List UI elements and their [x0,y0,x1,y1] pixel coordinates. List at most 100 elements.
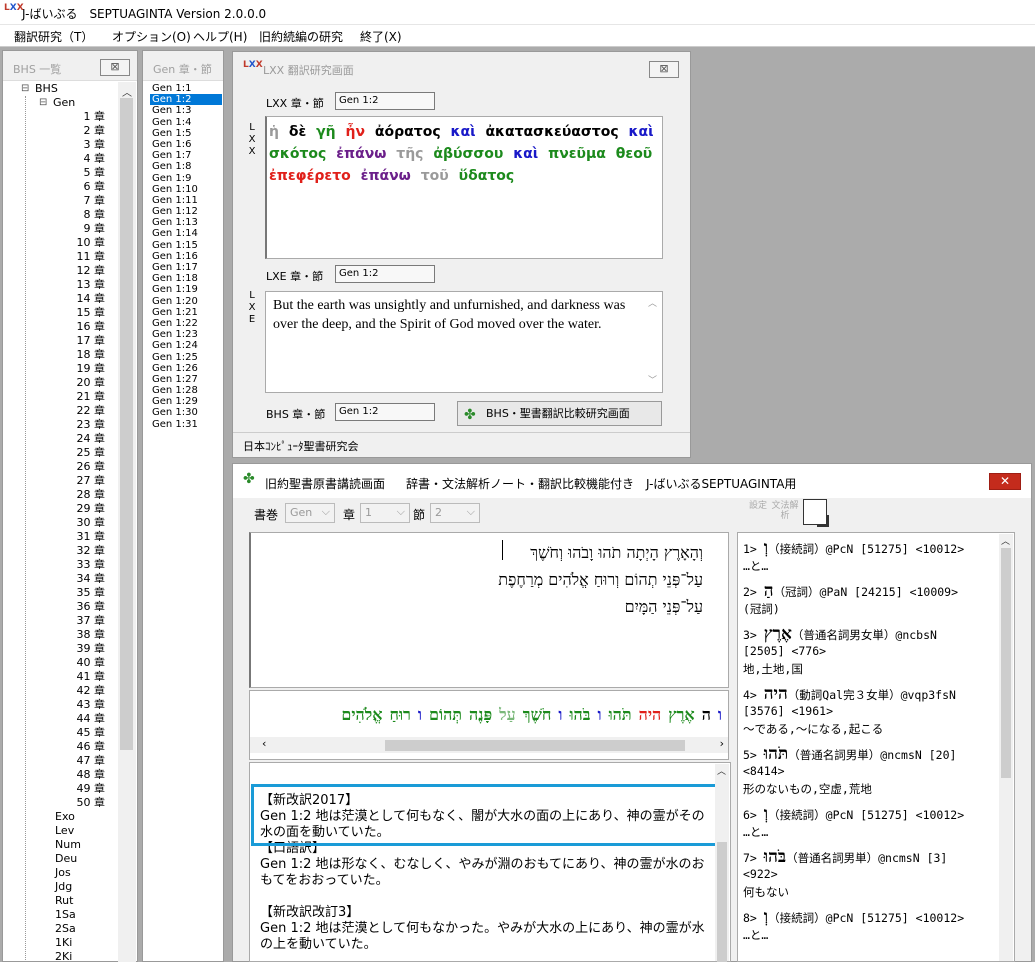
tree-chapter-item[interactable]: 23 章 [63,418,106,432]
hebrew-text-box[interactable]: וְהָאָרֶץ הָיְתָה תֹהוּ וָבֹהוּ וְחֹשֶׁך… [249,532,729,688]
tree-chapter-item[interactable]: 6 章 [63,180,106,194]
tree-chapter-item[interactable]: 15 章 [63,306,106,320]
hebrew-word[interactable]: תֹּהוּ [609,705,632,724]
verse-list-item[interactable]: Gen 1:22 [150,318,222,329]
hebrew-word[interactable]: ו [597,705,601,724]
tree-chapter-item[interactable]: 32 章 [63,544,106,558]
menu-help[interactable]: ヘルプ(H) [193,28,247,45]
greek-word[interactable]: τῆς [396,146,423,162]
analysis-entry-head[interactable]: 3> אֶרֶץ（普通名詞男女単）@ncbsN [743,624,937,644]
tree-chapter-item[interactable]: 21 章 [63,390,106,404]
bhs-ref-field[interactable]: Gen 1:2 [335,403,435,421]
tree-book-item[interactable]: 2Sa [55,922,76,936]
hebrew-word[interactable]: תְּהוֹם [429,705,462,724]
word-strip-scroll-thumb[interactable] [385,740,685,751]
tree-chapter-item[interactable]: 8 章 [63,208,106,222]
note-page-icon[interactable] [803,499,829,527]
verse-list-item[interactable]: Gen 1:12 [150,206,222,217]
tree-chapter-item[interactable]: 41 章 [63,670,106,684]
tree-chapter-item[interactable]: 7 章 [63,194,106,208]
verse-list-item[interactable]: Gen 1:21 [150,307,222,318]
greek-word[interactable]: πνεῦμα [548,146,606,162]
greek-word[interactable]: καὶ [629,124,654,140]
greek-word[interactable]: ἀόρατος [375,124,441,140]
tree-book-item[interactable]: Jdg [55,880,72,894]
bhs-compare-button[interactable]: ✤ BHS・聖書翻訳比較研究画面 [457,401,662,426]
verse-list-item[interactable]: Gen 1:17 [150,262,222,273]
scroll-up-icon[interactable]: ︿ [717,764,726,777]
greek-word[interactable]: γῆ [316,124,336,140]
tree-chapter-item[interactable]: 22 章 [63,404,106,418]
tree-chapter-item[interactable]: 14 章 [63,292,106,306]
verse-list-item[interactable]: Gen 1:30 [150,407,222,418]
tree-chapter-item[interactable]: 2 章 [63,124,106,138]
scroll-up-icon[interactable]: ︿ [648,294,657,313]
verse-list-item[interactable]: Gen 1:27 [150,374,222,385]
tree-chapter-item[interactable]: 18 章 [63,348,106,362]
hebrew-word[interactable]: עַל [499,705,516,724]
tree-chapter-item[interactable]: 27 章 [63,474,106,488]
analysis-entry-head[interactable]: 4> היה（動詞Qal完３女単）@vqp3fsN [743,684,956,704]
menu-translation-study[interactable]: 翻訳研究（T） [14,28,93,45]
bhs-panel-close-button[interactable]: ⊠ [100,59,130,76]
greek-word[interactable]: δὲ [289,124,306,140]
word-strip[interactable]: והאֶרֶץהיהתֹּהוּובֹּהוּוחֹשֶׁךְעַלפָּנֶה… [249,690,729,760]
tree-chapter-item[interactable]: 39 章 [63,642,106,656]
grammar-analysis-box[interactable]: 1> וְ（接続詞）@PcN [51275] <10012> …と… 2> הַ（冠… [737,532,1015,962]
greek-word[interactable]: ἡ [269,124,279,140]
greek-text-box[interactable]: ἡ δὲ γῆ ἦν ἀόρατος καὶ ἀκατασκεύαστος κα… [265,116,663,259]
translation-compare-box[interactable]: 【新改訳2017】 Gen 1:2 地は茫漠として何もなく、闇が大水の面の上にあ… [249,762,731,962]
verse-list-item[interactable]: Gen 1:9 [150,173,222,184]
verse-list-item[interactable]: Gen 1:10 [150,184,222,195]
menu-ot-apocrypha[interactable]: 旧約続編の研究 [259,28,343,45]
bhs-tree-scroll-thumb[interactable] [120,98,133,750]
verse-list-item[interactable]: Gen 1:19 [150,284,222,295]
tree-book-item[interactable]: Num [55,838,81,852]
tree-chapter-item[interactable]: 9 章 [63,222,106,236]
greek-word[interactable]: ἐπεφέρετο [269,168,351,184]
verse-list-item[interactable]: Gen 1:29 [150,396,222,407]
tree-chapter-item[interactable]: 47 章 [63,754,106,768]
chapter-select[interactable]: 1 [360,503,410,523]
tree-chapter-item[interactable]: 26 章 [63,460,106,474]
hebrew-word[interactable]: ו [718,705,722,724]
verse-list-item[interactable]: Gen 1:6 [150,139,222,150]
translation-scroll-thumb[interactable] [717,842,727,962]
verse-list-item[interactable]: Gen 1:7 [150,150,222,161]
tree-chapter-item[interactable]: 3 章 [63,138,106,152]
greek-word[interactable]: τοῦ [421,168,449,184]
tree-chapter-item[interactable]: 33 章 [63,558,106,572]
hebrew-word[interactable]: היה [639,705,662,724]
tree-chapter-item[interactable]: 48 章 [63,768,106,782]
tree-chapter-item[interactable]: 46 章 [63,740,106,754]
lxx-window-close-button[interactable]: ⊠ [649,61,679,78]
tree-book-item[interactable]: Jos [55,866,71,880]
tree-chapter-item[interactable]: 38 章 [63,628,106,642]
greek-word[interactable]: ἦν [346,124,366,140]
tree-book-gen[interactable]: Gen [53,96,75,110]
bhs-tree[interactable]: ⊟ BHS ⊟ Gen 1 章2 章3 章4 章5 章6 章7 章8 章9 章 10 章1… [3,82,119,961]
verse-list-item[interactable]: Gen 1:11 [150,195,222,206]
greek-word[interactable]: καὶ [451,124,476,140]
analysis-entry-head[interactable]: 2> הַ（冠詞）@PaN [24215] <10009> [743,581,958,601]
scroll-up-icon[interactable]: ︿ [122,84,132,99]
tree-chapter-item[interactable]: 16 章 [63,320,106,334]
scroll-down-icon[interactable]: ﹀ [648,371,657,390]
tree-chapter-item[interactable]: 36 章 [63,600,106,614]
greek-word[interactable]: ὕδατος [459,168,515,184]
grammar-analysis-button[interactable]: 文法解析 [771,501,799,521]
tree-chapter-item[interactable]: 20 章 [63,376,106,390]
hebrew-word[interactable]: ה [702,705,711,724]
greek-word[interactable]: ἀκατασκεύαστος [485,124,618,140]
tree-book-item[interactable]: 1Ki [55,936,72,950]
verse-list-item[interactable]: Gen 1:18 [150,273,222,284]
tree-chapter-item[interactable]: 28 章 [63,488,106,502]
hebrew-word[interactable]: פָּנֶה [469,705,492,724]
analysis-entry-head[interactable]: 5> תֹּהוּ（普通名詞男単）@ncmsN [20] [743,744,956,764]
collapse-icon[interactable]: ⊟ [39,96,47,110]
verse-list-item[interactable]: Gen 1:25 [150,352,222,363]
tree-chapter-item[interactable]: 12 章 [63,264,106,278]
tree-book-item[interactable]: Exo [55,810,75,824]
tree-chapter-item[interactable]: 17 章 [63,334,106,348]
tree-book-item[interactable]: Lev [55,824,74,838]
